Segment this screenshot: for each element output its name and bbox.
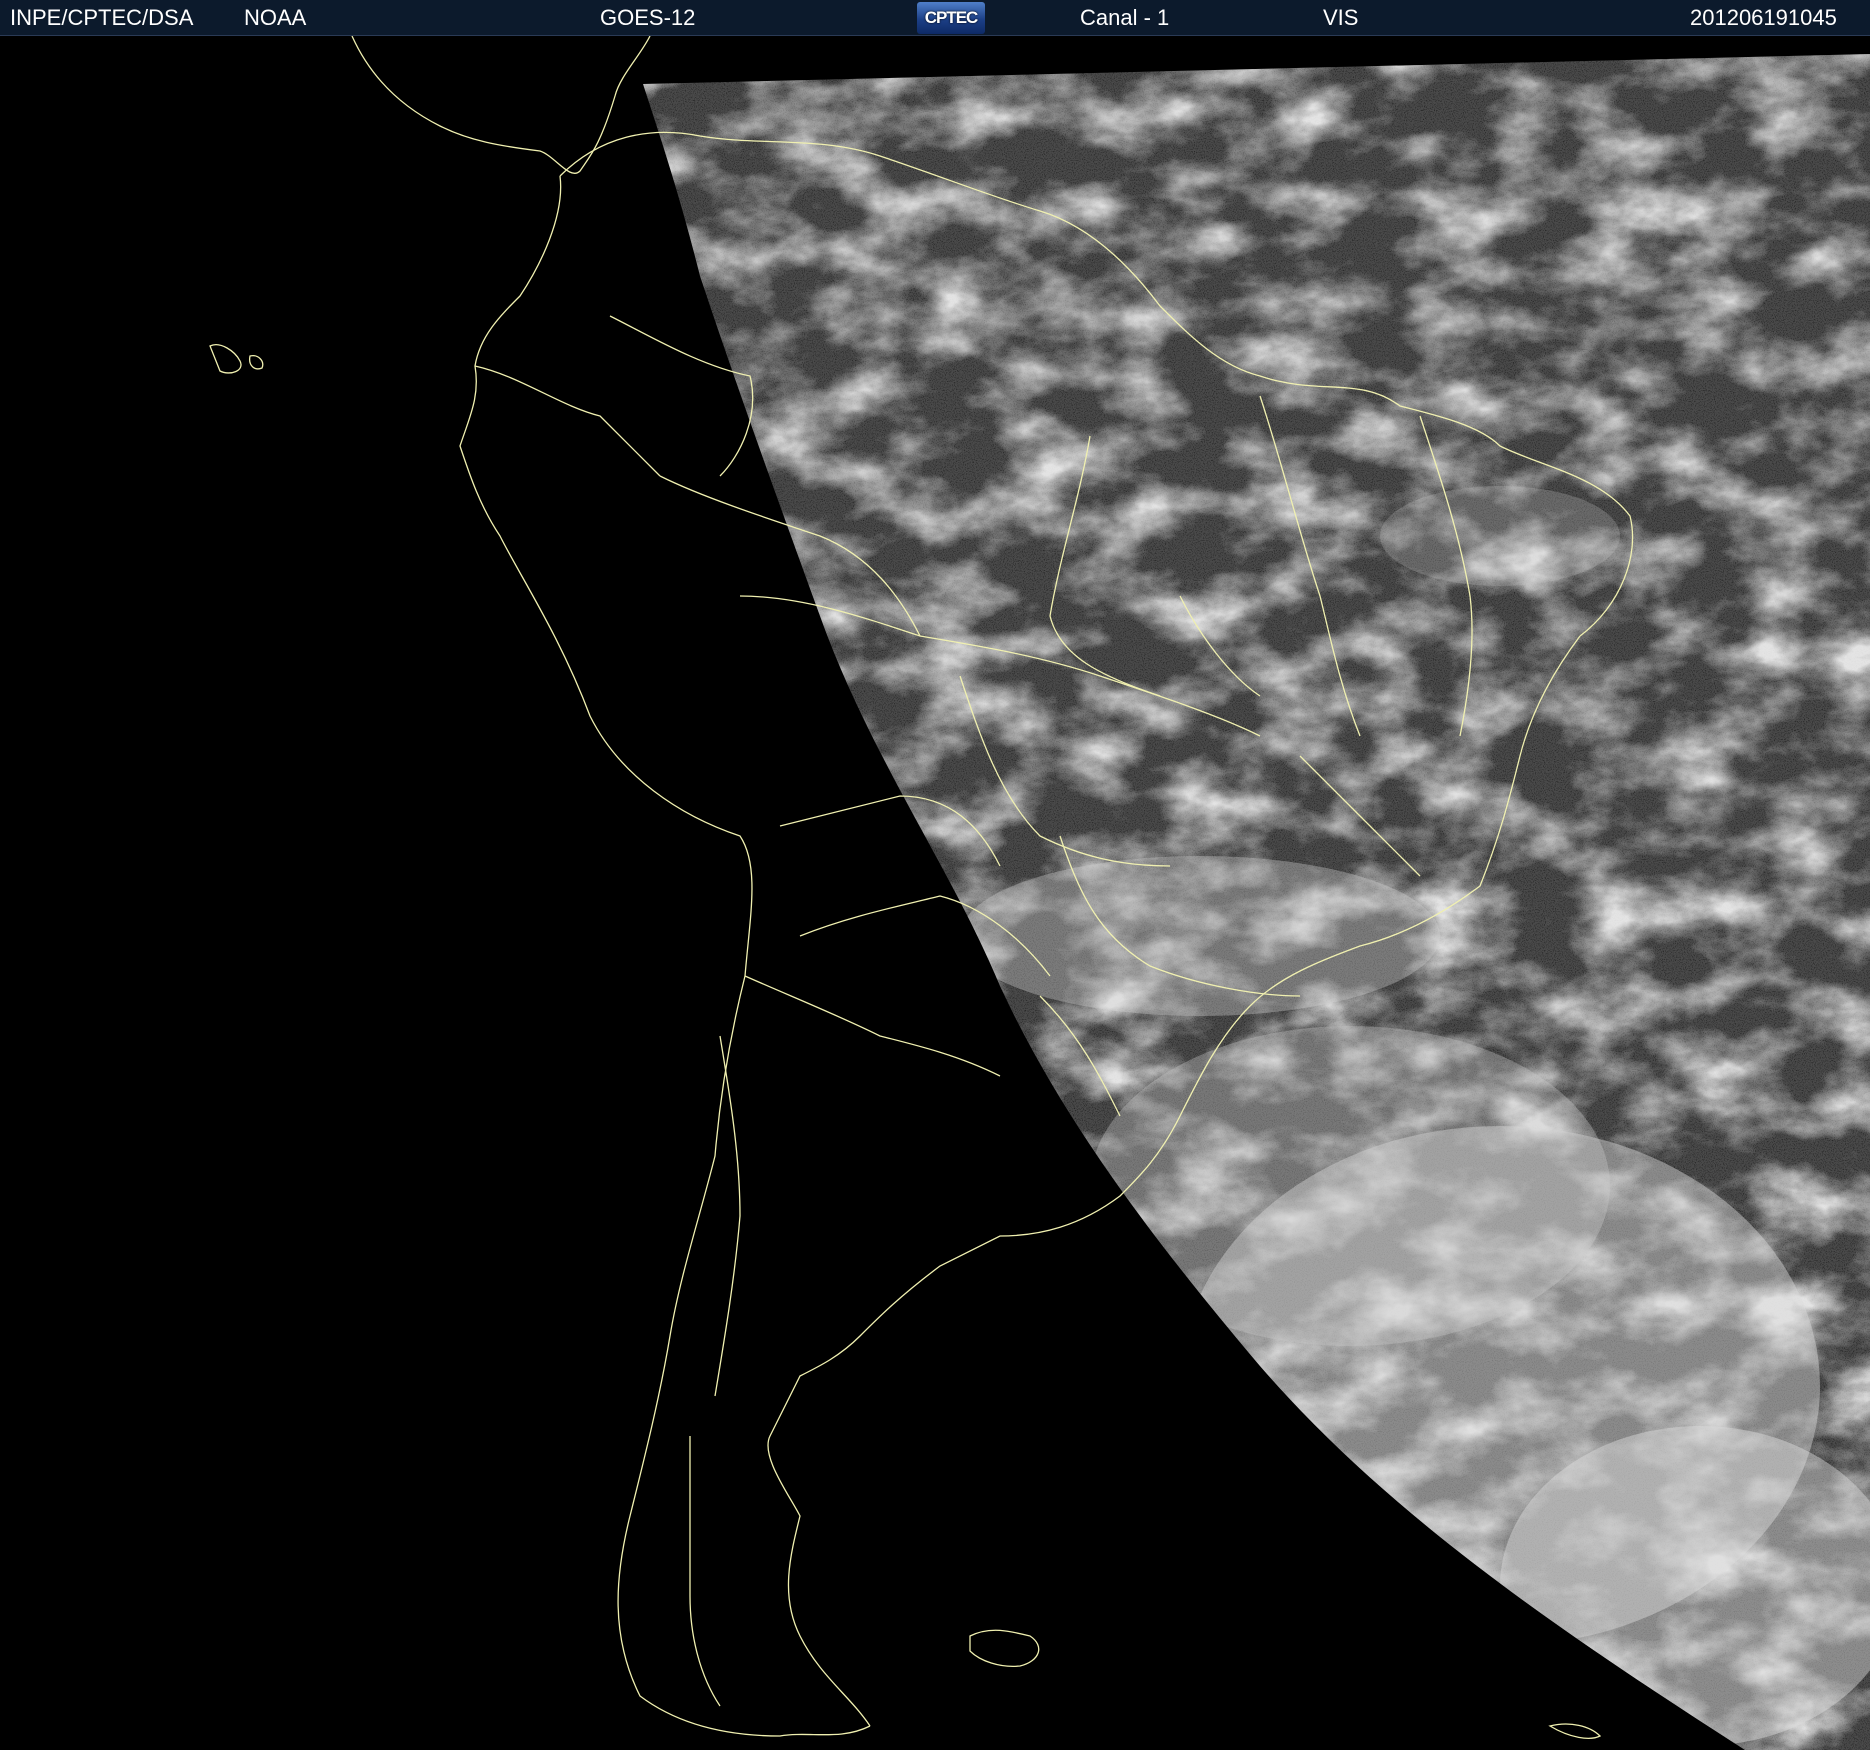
satellite-label: GOES-12 — [600, 5, 696, 30]
institution-label: INPE/CPTEC/DSA — [10, 5, 194, 30]
image-header: INPE/CPTEC/DSA NOAA GOES-12 CPTEC Canal … — [0, 0, 1870, 36]
channel-label: Canal - 1 — [1080, 5, 1170, 30]
cptec-logo: CPTEC — [917, 2, 985, 34]
satellite-image — [0, 36, 1870, 1750]
band-label: VIS — [1323, 5, 1359, 30]
satellite-map-svg — [0, 36, 1870, 1750]
cptec-logo-text: CPTEC — [924, 8, 979, 27]
timestamp-label: 201206191045 — [1690, 5, 1837, 30]
agency-label: NOAA — [244, 5, 307, 30]
